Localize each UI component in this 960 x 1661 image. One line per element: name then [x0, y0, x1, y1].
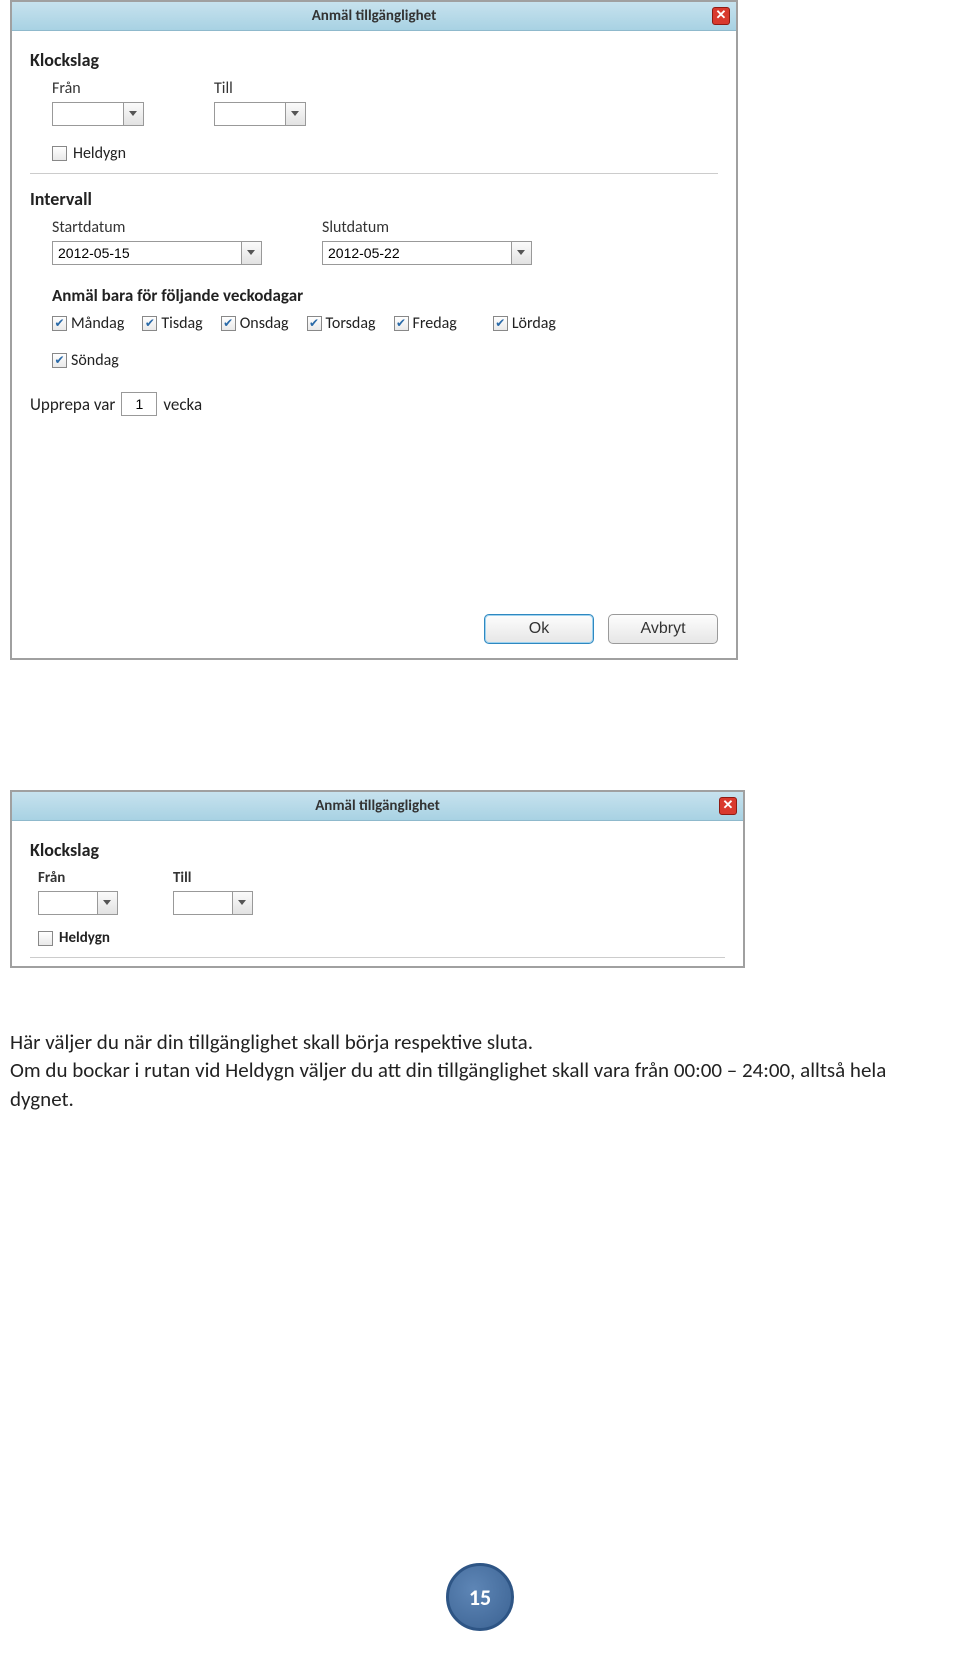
chevron-down-icon[interactable]	[124, 102, 144, 126]
weekdays-heading: Anmäl bara för följande veckodagar	[52, 285, 718, 306]
till-input[interactable]	[173, 891, 233, 915]
chevron-down-icon[interactable]	[242, 241, 262, 265]
dialog-footer: Ok Avbryt	[12, 604, 736, 658]
slutdatum-label: Slutdatum	[322, 218, 532, 237]
till-input[interactable]	[214, 102, 286, 126]
from-field: Från	[52, 79, 144, 126]
chevron-down-icon[interactable]	[233, 891, 253, 915]
from-field: Från	[38, 869, 118, 915]
till-label: Till	[214, 79, 306, 98]
heldygn-checkbox[interactable]	[52, 146, 67, 161]
day-tuesday: ✔ Tisdag	[142, 314, 202, 333]
from-input[interactable]	[52, 102, 124, 126]
day-label: Torsdag	[326, 314, 376, 333]
day-label: Lördag	[512, 314, 556, 333]
availability-dialog-2: Anmäl tillgänglighet ✕ Klockslag Från Ti…	[10, 790, 745, 968]
chevron-down-icon[interactable]	[286, 102, 306, 126]
day-label: Onsdag	[240, 314, 289, 333]
startdatum-field: Startdatum	[52, 218, 262, 265]
day-friday: ✔ Fredag	[394, 314, 457, 333]
day-label: Fredag	[413, 314, 457, 333]
day-label: Söndag	[71, 351, 119, 370]
heldygn-label: Heldygn	[73, 144, 126, 163]
repeat-prefix: Upprepa var	[30, 394, 115, 415]
day-label: Tisdag	[161, 314, 202, 333]
dialog-body: Klockslag Från Till	[12, 821, 743, 966]
day-wednesday: ✔ Onsdag	[221, 314, 289, 333]
dialog-title: Anmäl tillgänglighet	[312, 7, 437, 25]
page-number-badge: 15	[446, 1563, 514, 1631]
day-checkbox[interactable]: ✔	[142, 316, 157, 331]
from-label: Från	[38, 869, 118, 887]
day-sunday: ✔ Söndag	[52, 351, 119, 370]
dialog-titlebar: Anmäl tillgänglighet ✕	[12, 2, 736, 31]
heldygn-row: Heldygn	[38, 929, 725, 947]
divider	[30, 957, 725, 958]
from-input[interactable]	[38, 891, 98, 915]
day-checkbox[interactable]: ✔	[52, 353, 67, 368]
dialog-title: Anmäl tillgänglighet	[315, 797, 440, 815]
repeat-suffix: vecka	[163, 394, 202, 415]
paragraph-line-2: Om du bockar i rutan vid Heldygn väljer …	[10, 1057, 886, 1111]
availability-dialog-1: Anmäl tillgänglighet ✕ Klockslag Från Ti…	[10, 0, 738, 660]
intervall-heading: Intervall	[30, 188, 718, 210]
day-checkbox[interactable]: ✔	[221, 316, 236, 331]
heldygn-row: Heldygn	[52, 144, 718, 163]
ok-button[interactable]: Ok	[484, 614, 594, 644]
day-checkbox[interactable]: ✔	[52, 316, 67, 331]
day-monday: ✔ Måndag	[52, 314, 124, 333]
klockslag-heading: Klockslag	[30, 49, 718, 71]
day-label: Måndag	[71, 314, 124, 333]
day-checkbox[interactable]: ✔	[394, 316, 409, 331]
day-thursday: ✔ Torsdag	[307, 314, 376, 333]
divider	[30, 173, 718, 174]
close-icon[interactable]: ✕	[719, 797, 737, 815]
slutdatum-field: Slutdatum	[322, 218, 532, 265]
chevron-down-icon[interactable]	[512, 241, 532, 265]
day-checkbox[interactable]: ✔	[307, 316, 322, 331]
day-checkbox[interactable]: ✔	[493, 316, 508, 331]
heldygn-label: Heldygn	[59, 929, 110, 947]
chevron-down-icon[interactable]	[98, 891, 118, 915]
paragraph-line-1: Här väljer du när din tillgänglighet ska…	[10, 1029, 533, 1055]
till-label: Till	[173, 869, 253, 887]
repeat-input[interactable]	[121, 392, 157, 416]
dialog-body: Klockslag Från Till	[12, 31, 736, 434]
klockslag-heading: Klockslag	[30, 839, 725, 861]
repeat-row: Upprepa var vecka	[30, 392, 718, 416]
close-icon[interactable]: ✕	[712, 7, 730, 25]
till-field: Till	[214, 79, 306, 126]
page-number: 15	[469, 1584, 491, 1611]
dialog-titlebar: Anmäl tillgänglighet ✕	[12, 792, 743, 821]
description-paragraph: Här väljer du när din tillgänglighet ska…	[10, 1028, 950, 1113]
startdatum-label: Startdatum	[52, 218, 262, 237]
day-saturday: ✔ Lördag	[493, 314, 556, 333]
startdatum-input[interactable]	[52, 241, 242, 265]
from-label: Från	[52, 79, 144, 98]
cancel-button[interactable]: Avbryt	[608, 614, 718, 644]
till-field: Till	[173, 869, 253, 915]
heldygn-checkbox[interactable]	[38, 931, 53, 946]
slutdatum-input[interactable]	[322, 241, 512, 265]
